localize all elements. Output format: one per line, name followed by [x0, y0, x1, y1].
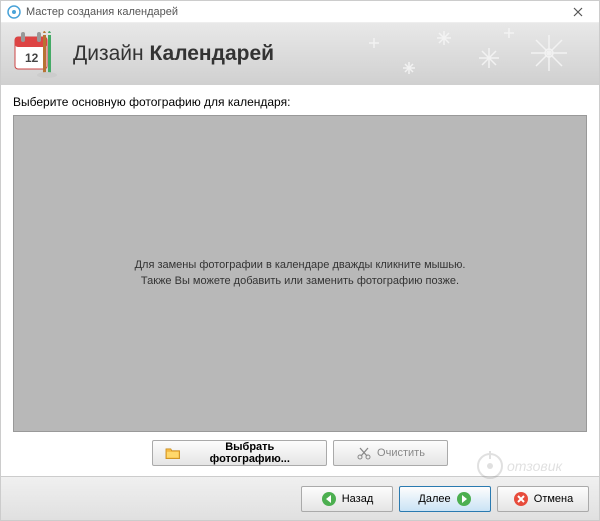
titlebar: Мастер создания календарей — [1, 1, 599, 23]
clear-button[interactable]: Очистить — [333, 440, 448, 466]
next-button[interactable]: Далее — [399, 486, 491, 512]
content-area: Выберите основную фотографию для календа… — [1, 85, 599, 476]
cancel-icon — [513, 491, 529, 507]
folder-icon — [165, 445, 181, 461]
app-small-icon — [7, 5, 21, 19]
arrow-right-icon — [456, 491, 472, 507]
back-button[interactable]: Назад — [301, 486, 393, 512]
header-title: Дизайн Календарей — [73, 42, 274, 66]
close-button[interactable] — [563, 2, 593, 22]
instruction-text: Выберите основную фотографию для календа… — [13, 95, 587, 109]
photo-drop-area[interactable]: Для замены фотографии в календаре дважды… — [13, 115, 587, 432]
app-logo-icon: 12 — [13, 29, 63, 79]
photo-placeholder-text: Для замены фотографии в календаре дважды… — [135, 258, 466, 289]
photo-action-bar: Выбрать фотографию... Очистить — [13, 440, 587, 466]
svg-text:12: 12 — [25, 51, 39, 65]
snowflake-decoration — [349, 23, 599, 85]
header-title-light: Дизайн — [73, 42, 149, 65]
select-photo-label: Выбрать фотографию... — [186, 441, 314, 465]
scissors-icon — [356, 445, 372, 461]
back-label: Назад — [342, 493, 374, 505]
arrow-left-icon — [321, 491, 337, 507]
clear-label: Очистить — [377, 447, 425, 459]
next-label: Далее — [418, 493, 450, 505]
header-title-bold: Календарей — [149, 42, 274, 65]
window-title: Мастер создания календарей — [26, 6, 563, 18]
cancel-label: Отмена — [534, 493, 573, 505]
cancel-button[interactable]: Отмена — [497, 486, 589, 512]
header-banner: 12 Дизайн Календарей — [1, 23, 599, 85]
placeholder-line1: Для замены фотографии в календаре дважды… — [135, 258, 466, 273]
footer-nav: Назад Далее Отмена — [1, 476, 599, 520]
select-photo-button[interactable]: Выбрать фотографию... — [152, 440, 327, 466]
placeholder-line2: Также Вы можете добавить или заменить фо… — [135, 274, 466, 289]
